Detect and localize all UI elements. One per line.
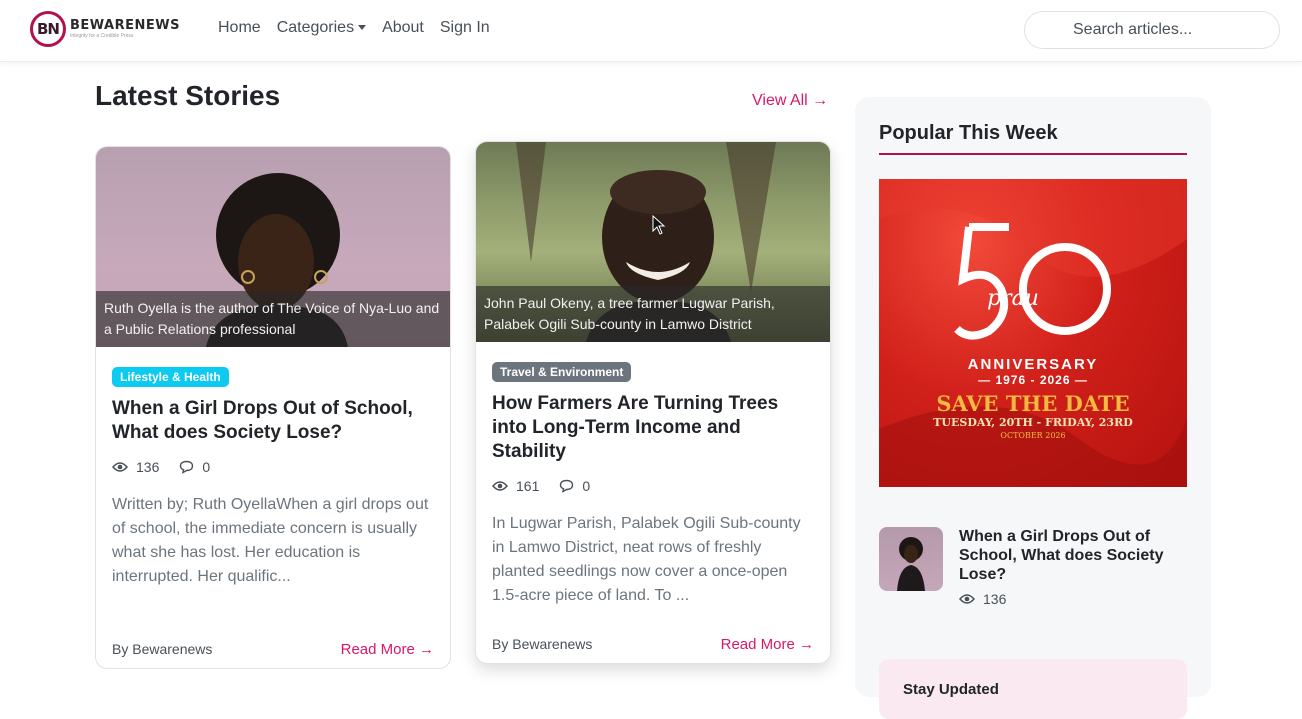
- read-more-link[interactable]: Read More →: [721, 636, 814, 653]
- nav-home[interactable]: Home: [218, 19, 261, 37]
- main-nav: Home Categories About Sign In: [218, 19, 490, 37]
- nav-sign-in[interactable]: Sign In: [440, 19, 490, 37]
- sidebar-divider: [879, 153, 1187, 155]
- ad-anniversary: ANNIVERSARY: [968, 356, 1099, 373]
- ad-month: OCTOBER 2026: [1000, 431, 1065, 440]
- comments-stat: 0: [559, 478, 590, 494]
- eye-icon: [492, 481, 508, 491]
- read-more-link[interactable]: Read More →: [341, 641, 434, 658]
- view-all-link[interactable]: View All →: [752, 92, 828, 110]
- popular-title[interactable]: When a Girl Drops Out of School, What do…: [959, 527, 1184, 584]
- comments-stat: 0: [179, 459, 210, 475]
- story-title[interactable]: How Farmers Are Turning Trees into Long-…: [492, 392, 814, 464]
- ad-years: — 1976 - 2026 —: [978, 373, 1088, 387]
- story-title[interactable]: When a Girl Drops Out of School, What do…: [112, 397, 434, 445]
- brand-text: BEWARENEWS Integrity for a Credible Pres…: [70, 19, 180, 39]
- story-stats: 136 0: [112, 459, 434, 475]
- sidebar-title: Popular This Week: [879, 122, 1058, 144]
- top-navbar: BN BEWARENEWS Integrity for a Credible P…: [0, 0, 1302, 62]
- views-count: 136: [136, 459, 160, 475]
- nav-categories-dropdown[interactable]: Categories: [276, 19, 367, 37]
- popular-thumbnail[interactable]: [879, 527, 943, 591]
- ad-save-the-date: SAVE THE DATE: [936, 391, 1129, 416]
- section-title: Latest Stories: [95, 80, 281, 111]
- category-badge[interactable]: Travel & Environment: [492, 362, 632, 382]
- ad-banner[interactable]: prau ANNIVERSARY — 1976 - 2026 — SAVE TH…: [879, 179, 1187, 487]
- brand-name: BEWARENEWS: [70, 18, 180, 33]
- comments-count: 0: [202, 459, 211, 475]
- image-caption: Ruth Oyella is the author of The Voice o…: [96, 291, 450, 347]
- story-image[interactable]: Ruth Oyella is the author of The Voice o…: [96, 147, 450, 347]
- story-excerpt: In Lugwar Parish, Palabek Ogili Sub-coun…: [492, 515, 801, 604]
- brand-tagline: Integrity for a Credible Press: [70, 33, 134, 39]
- card-body: Lifestyle & Health When a Girl Drops Out…: [112, 367, 434, 589]
- eye-icon: [959, 594, 975, 604]
- mouse-cursor-icon: [652, 215, 666, 235]
- brand-logo-link[interactable]: BN BEWARENEWS Integrity for a Credible P…: [30, 11, 180, 47]
- category-badge[interactable]: Lifestyle & Health: [112, 367, 229, 387]
- story-stats: 161 0: [492, 478, 814, 494]
- newsletter-box: Stay Updated: [879, 659, 1187, 719]
- image-caption: John Paul Okeny, a tree farmer Lugwar Pa…: [476, 286, 830, 342]
- popular-item[interactable]: When a Girl Drops Out of School, What do…: [879, 527, 1187, 607]
- story-author: By Bewarenews: [112, 641, 213, 657]
- nav-categories-label: Categories: [276, 19, 355, 36]
- story-card[interactable]: Ruth Oyella is the author of The Voice o…: [95, 146, 451, 669]
- card-body: Travel & Environment How Farmers Are Tur…: [492, 362, 814, 608]
- views-count: 161: [516, 478, 540, 494]
- sidebar: Popular This Week prau ANNIVERSARY — 197…: [855, 97, 1211, 719]
- newsletter-title: Stay Updated: [903, 681, 999, 698]
- story-image[interactable]: John Paul Okeny, a tree farmer Lugwar Pa…: [476, 142, 830, 342]
- comment-icon: [560, 479, 574, 493]
- chevron-down-icon: [358, 25, 367, 31]
- brand-logo-icon: BN: [30, 11, 66, 47]
- story-excerpt: Written by; Ruth OyellaWhen a girl drops…: [112, 496, 429, 585]
- ad-dates: TUESDAY, 20TH - FRIDAY, 23RD: [933, 416, 1133, 429]
- search-input[interactable]: [1024, 11, 1280, 49]
- comment-icon: [180, 460, 194, 474]
- story-author: By Bewarenews: [492, 636, 593, 652]
- views-stat: 136: [112, 459, 159, 475]
- ad-artwork: prau ANNIVERSARY — 1976 - 2026 — SAVE TH…: [879, 179, 1187, 487]
- nav-about[interactable]: About: [382, 19, 424, 37]
- popular-views-count: 136: [983, 591, 1007, 607]
- popular-views: 136: [959, 591, 1006, 607]
- ad-org: prau: [987, 286, 1039, 311]
- comments-count: 0: [582, 478, 591, 494]
- portrait-thumb: [897, 537, 925, 591]
- eye-icon: [112, 462, 128, 472]
- card-footer: By Bewarenews Read More →: [492, 636, 814, 653]
- card-footer: By Bewarenews Read More →: [112, 641, 434, 658]
- views-stat: 161: [492, 478, 539, 494]
